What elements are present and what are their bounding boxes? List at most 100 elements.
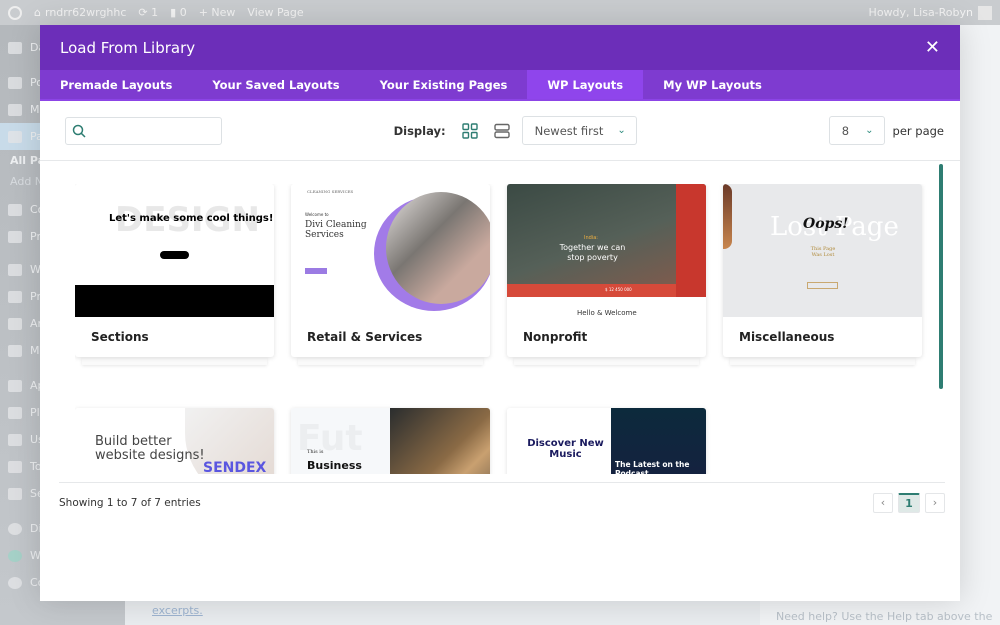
thumb-button bbox=[305, 268, 327, 274]
comments-icon[interactable]: ▮ 0 bbox=[170, 6, 187, 19]
thumb-subtitle: This Page Was Lost bbox=[810, 246, 836, 258]
avatar[interactable] bbox=[978, 5, 992, 20]
tab-my-wp-layouts[interactable]: My WP Layouts bbox=[643, 70, 782, 99]
layout-card[interactable]: Discover New Music The Latest on the Pod… bbox=[507, 408, 706, 474]
divi-icon bbox=[8, 522, 22, 535]
thumb-photo bbox=[723, 184, 732, 249]
comments-count: 0 bbox=[179, 6, 187, 19]
close-icon[interactable]: ✕ bbox=[925, 37, 940, 58]
card-thumbnail: Discover New Music The Latest on the Pod… bbox=[507, 408, 706, 474]
search-icon bbox=[72, 124, 86, 138]
thumb-headline: Let's make some cool things! bbox=[109, 213, 274, 224]
thumb-kicker: Welcome to bbox=[305, 212, 329, 217]
tab-wp-layouts[interactable]: WP Layouts bbox=[527, 70, 644, 99]
tab-premade-layouts[interactable]: Premade Layouts bbox=[40, 70, 192, 99]
thumb-headline: Together we can stop poverty bbox=[559, 243, 626, 262]
modal-header: Load From Library ✕ bbox=[40, 25, 960, 70]
load-from-library-modal: Load From Library ✕ Premade Layouts Your… bbox=[40, 25, 960, 601]
prev-page-button[interactable]: ‹ bbox=[873, 492, 893, 513]
modal-title: Load From Library bbox=[60, 38, 196, 57]
card-label: Miscellaneous bbox=[739, 330, 835, 344]
view-page-link[interactable]: View Page bbox=[247, 6, 303, 19]
page-1-button[interactable]: 1 bbox=[898, 492, 920, 513]
thumb-subtext: Hello & Welcome bbox=[577, 309, 637, 317]
search-field[interactable] bbox=[90, 123, 210, 138]
layout-card[interactable]: Fut This is Business Layout bbox=[291, 408, 490, 474]
thumb-photo bbox=[386, 192, 490, 304]
new-link[interactable]: + New bbox=[199, 6, 236, 19]
card-thumbnail: India: Together we can stop poverty $ 12… bbox=[507, 184, 706, 317]
chevron-down-icon: ⌄ bbox=[617, 125, 626, 136]
card-thumbnail: Lost Page Oops! This Page Was Lost bbox=[723, 184, 922, 317]
admin-bar: ⌂ rndrr62wrghhc ⟳ 1 ▮ 0 + New View Page … bbox=[0, 0, 1000, 25]
tab-saved-layouts[interactable]: Your Saved Layouts bbox=[192, 70, 359, 99]
thumb-photo bbox=[390, 408, 490, 474]
layout-grid: DESIGN Let's make some cool things! Sect… bbox=[75, 184, 941, 474]
thumb-headline: Oops! bbox=[803, 216, 849, 232]
megaphone-icon bbox=[8, 344, 22, 357]
next-page-button[interactable]: › bbox=[925, 492, 945, 513]
sort-value: Newest first bbox=[534, 123, 604, 138]
analytics-icon bbox=[8, 317, 22, 330]
thumb-headline: Divi Cleaning Services bbox=[305, 220, 367, 240]
layout-card-nonprofit[interactable]: India: Together we can stop poverty $ 12… bbox=[507, 184, 706, 357]
card-label: Retail & Services bbox=[307, 330, 423, 344]
card-label: Sections bbox=[91, 330, 149, 344]
per-page-label: per page bbox=[892, 123, 944, 138]
list-view-icon[interactable] bbox=[493, 123, 510, 139]
updates-icon[interactable]: ⟳ 1 bbox=[138, 6, 158, 19]
display-label: Display: bbox=[393, 123, 446, 138]
thumb-headline: Business Layout bbox=[307, 459, 362, 474]
howdy-user[interactable]: Howdy, Lisa-Robyn bbox=[869, 6, 973, 19]
sort-select[interactable]: Newest first ⌄ bbox=[521, 116, 637, 145]
card-thumbnail: Build better website designs! SENDEX bbox=[75, 408, 274, 474]
media-icon bbox=[8, 103, 22, 116]
comments-icon bbox=[8, 203, 22, 216]
thumb-headline: Build better website designs! bbox=[95, 434, 205, 463]
pin-icon bbox=[8, 76, 22, 89]
thumb-headline: Discover New Music bbox=[527, 438, 604, 460]
dashboard-icon bbox=[8, 41, 22, 54]
thumb-subtitle: The Latest on the Podcast bbox=[615, 460, 690, 474]
thumb-amount: $ 12 450 000 bbox=[605, 287, 632, 292]
thumb-red-bar bbox=[507, 284, 676, 297]
grid-view-icon[interactable] bbox=[461, 122, 478, 139]
modal-footer: Showing 1 to 7 of 7 entries ‹ 1 › bbox=[59, 482, 945, 522]
thumb-button bbox=[807, 282, 838, 289]
card-thumbnail: DESIGN Let's make some cool things! bbox=[75, 184, 274, 317]
plugin-icon bbox=[8, 406, 22, 419]
toolbar: Display: Newest first ⌄ 8 ⌄ per page bbox=[40, 101, 960, 161]
pagination: ‹ 1 › bbox=[873, 492, 945, 513]
entries-count: Showing 1 to 7 of 7 entries bbox=[59, 496, 201, 509]
card-stack-shadow bbox=[514, 357, 699, 365]
search-input[interactable] bbox=[65, 116, 222, 145]
products-icon bbox=[8, 290, 22, 303]
sidebar-label: Pl bbox=[30, 406, 40, 419]
layout-card-sections[interactable]: DESIGN Let's make some cool things! Sect… bbox=[75, 184, 274, 357]
card-stack-shadow bbox=[730, 357, 915, 365]
card-stack-shadow bbox=[298, 357, 483, 365]
help-text: Need help? Use the Help tab above the bbox=[776, 610, 993, 623]
thumb-kicker: India: bbox=[584, 235, 598, 241]
per-page-select[interactable]: 8 ⌄ bbox=[828, 116, 885, 145]
thumb-red-sidebar bbox=[676, 184, 706, 297]
chevron-down-icon: ⌄ bbox=[865, 125, 874, 136]
per-page-value: 8 bbox=[841, 123, 850, 138]
thumb-button bbox=[160, 251, 189, 259]
scrollbar[interactable] bbox=[939, 164, 943, 389]
users-icon bbox=[8, 433, 22, 446]
site-name-link[interactable]: rndrr62wrghhc bbox=[45, 6, 126, 19]
thumb-brand: CLEANING SERVICES bbox=[307, 189, 354, 194]
tab-existing-pages[interactable]: Your Existing Pages bbox=[360, 70, 528, 99]
layout-card-miscellaneous[interactable]: Lost Page Oops! This Page Was Lost Misce… bbox=[723, 184, 922, 357]
library-tabs: Premade Layouts Your Saved Layouts Your … bbox=[40, 70, 960, 101]
excerpts-link[interactable]: excerpts. bbox=[152, 604, 203, 617]
layout-card[interactable]: Build better website designs! SENDEX bbox=[75, 408, 274, 474]
layout-card-retail-services[interactable]: CLEANING SERVICES Welcome to Divi Cleani… bbox=[291, 184, 490, 357]
woo-icon bbox=[8, 263, 22, 276]
collapse-icon bbox=[8, 576, 22, 589]
card-stack-shadow bbox=[82, 357, 267, 365]
wordpress-logo-icon[interactable] bbox=[8, 5, 22, 20]
thumb-brand: SENDEX bbox=[203, 460, 267, 474]
brush-icon bbox=[8, 379, 22, 392]
